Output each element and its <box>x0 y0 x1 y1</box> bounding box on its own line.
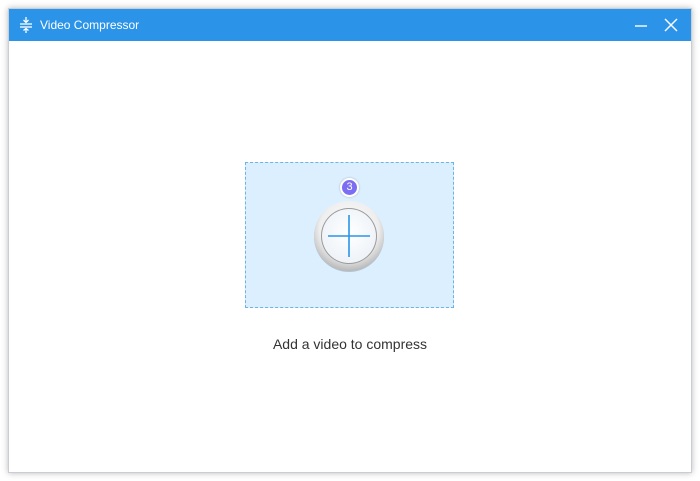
minimize-button[interactable] <box>629 13 653 37</box>
minimize-icon <box>629 13 653 37</box>
add-video-drop-zone[interactable]: 3 <box>245 162 454 308</box>
window-title: Video Compressor <box>40 18 140 32</box>
compress-icon <box>17 16 35 34</box>
add-video-hint: Add a video to compress <box>272 336 428 352</box>
add-video-button[interactable] <box>311 198 387 274</box>
close-icon <box>659 13 683 37</box>
step-badge: 3 <box>340 178 359 197</box>
plus-icon <box>314 201 384 272</box>
close-button[interactable] <box>659 13 683 37</box>
title-bar[interactable]: Video Compressor <box>9 9 691 41</box>
app-window: Video Compressor 3 Add a video to compre… <box>8 8 692 473</box>
